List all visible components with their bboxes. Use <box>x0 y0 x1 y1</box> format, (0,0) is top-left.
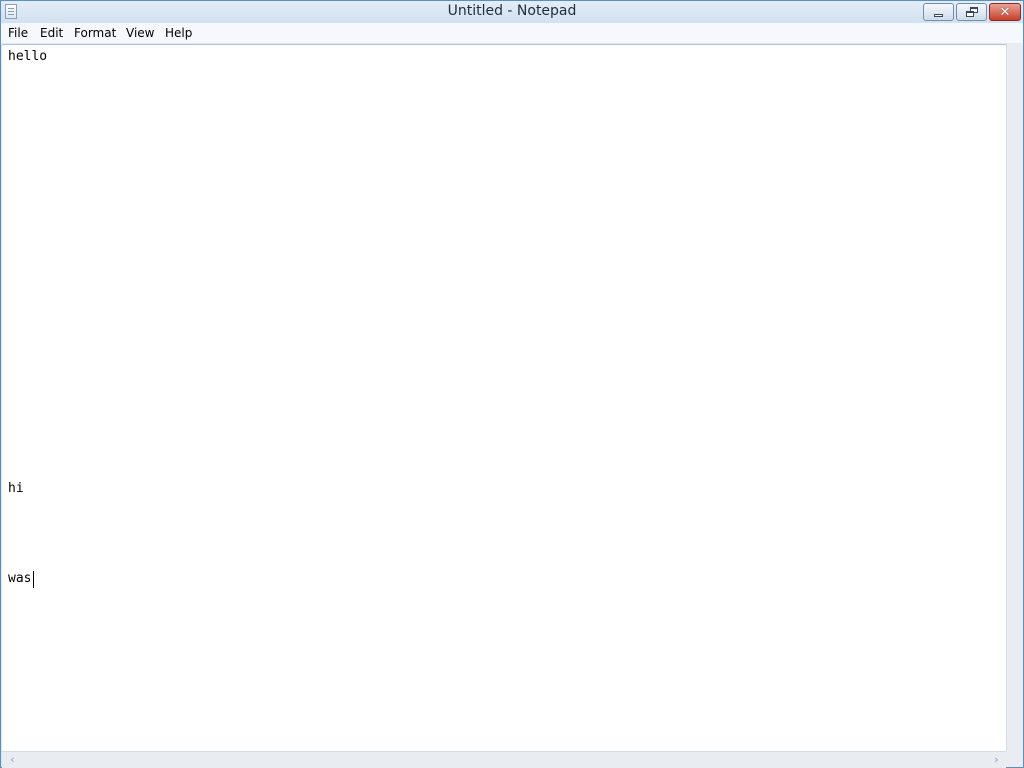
menu-format[interactable]: Format <box>74 26 116 40</box>
restore-button[interactable] <box>956 3 987 21</box>
close-button[interactable]: ✕ <box>989 3 1021 21</box>
menu-edit[interactable]: Edit <box>40 26 63 40</box>
editor-line: was <box>8 571 32 586</box>
editor-line: hello <box>8 49 48 64</box>
menu-bar: File Edit Format View Help <box>1 23 1023 44</box>
window-title: Untitled - Notepad <box>447 3 577 19</box>
scroll-right-arrow-icon[interactable]: › <box>988 751 1005 768</box>
vertical-scrollbar[interactable] <box>1006 44 1023 751</box>
text-caret <box>33 571 34 588</box>
minimize-icon <box>934 13 943 17</box>
restore-icon <box>965 7 978 17</box>
menu-view[interactable]: View <box>126 26 154 40</box>
scroll-left-arrow-icon[interactable]: ‹ <box>4 751 21 768</box>
scrollbar-corner <box>1006 751 1023 767</box>
title-bar[interactable]: Untitled - Notepad ✕ <box>1 1 1023 23</box>
minimize-button[interactable] <box>923 3 954 21</box>
text-editor-area[interactable]: hello hi was <box>2 44 1006 751</box>
close-icon: ✕ <box>999 4 1011 20</box>
editor-line: hi <box>8 481 24 496</box>
menu-file[interactable]: File <box>8 26 28 40</box>
horizontal-scrollbar[interactable]: ‹ › <box>2 751 1006 768</box>
notepad-window: Untitled - Notepad ✕ File Edit Format Vi… <box>0 0 1024 768</box>
menu-help[interactable]: Help <box>165 26 192 40</box>
